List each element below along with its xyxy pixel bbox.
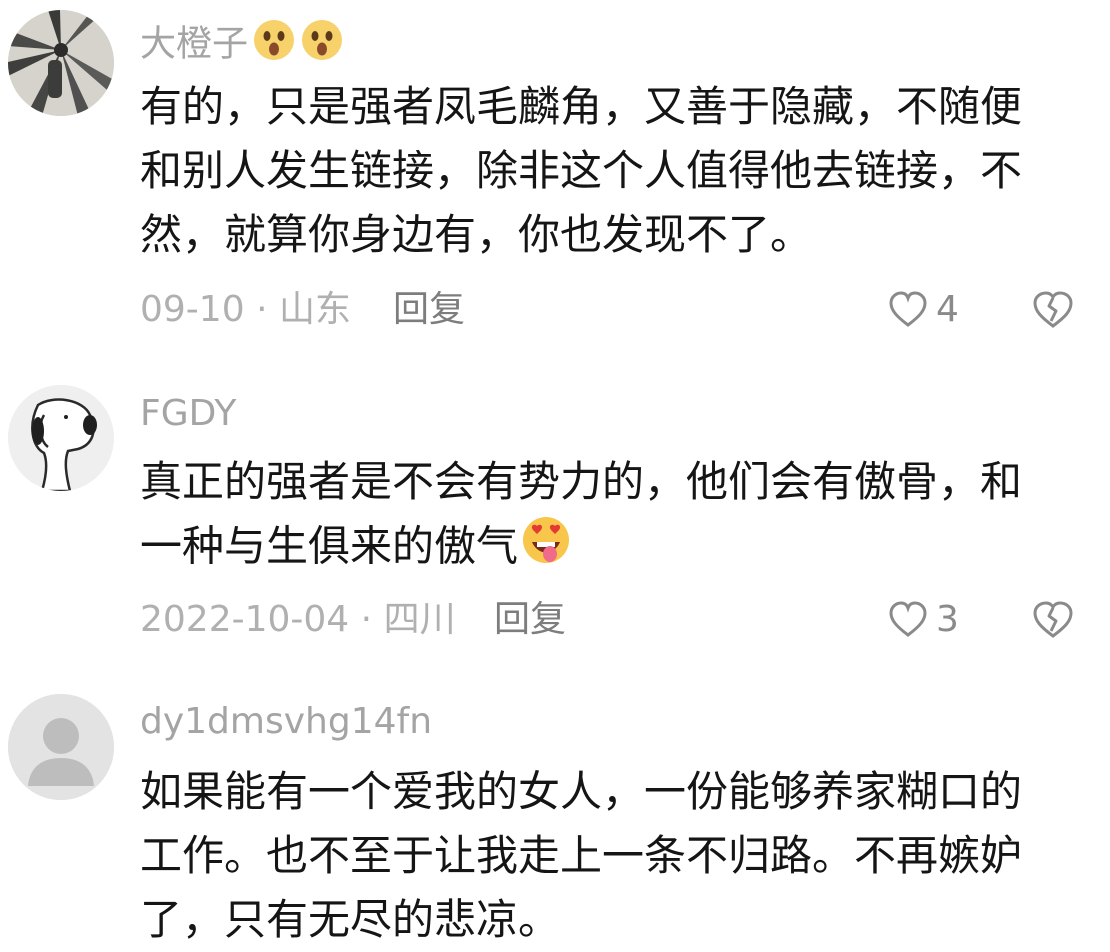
comment-date: 2022-10-04 bbox=[140, 599, 350, 640]
heart-icon[interactable] bbox=[888, 290, 928, 330]
avatar[interactable] bbox=[8, 10, 114, 116]
comment-line: 工作。也不至于让我走上一条不归路。不再嫉妒 bbox=[140, 831, 1023, 880]
reply-button[interactable]: 回复 bbox=[494, 598, 566, 642]
broken-heart-icon[interactable] bbox=[1032, 599, 1074, 641]
comment-line-text: 一种与生俱来的傲气 bbox=[140, 521, 519, 571]
comment-location: 四川 bbox=[383, 599, 456, 640]
reply-button[interactable]: 回复 bbox=[393, 288, 465, 332]
comment-date: 09-10 bbox=[140, 289, 245, 330]
meta-separator: · bbox=[360, 599, 373, 640]
comment-location: 山东 bbox=[278, 289, 351, 330]
avatar-image bbox=[8, 10, 114, 116]
username-text[interactable]: 大橙子 bbox=[140, 24, 248, 65]
comment-meta: 09-10 · 山东 bbox=[140, 288, 351, 332]
avatar[interactable] bbox=[8, 694, 114, 800]
comment-text: 有的，只是强者凤毛麟角，又善于隐藏，不随便 和别人发生链接，除非这个人值得他去链… bbox=[140, 75, 1090, 267]
comment-line: 真正的强者是不会有势力的，他们会有傲骨，和 bbox=[140, 457, 1023, 506]
astonished-face-icon bbox=[252, 18, 296, 73]
comment-line: 一种与生俱来的傲气 bbox=[140, 514, 1090, 578]
comment-line: 了，只有无尽的悲凉。 bbox=[140, 895, 561, 944]
default-avatar-icon bbox=[8, 694, 114, 800]
avatar-image bbox=[8, 385, 114, 491]
username[interactable]: dy1dmsvhg14fn bbox=[140, 700, 432, 744]
avatar[interactable] bbox=[8, 385, 114, 491]
broken-heart-icon[interactable] bbox=[1032, 289, 1074, 331]
username-text[interactable]: dy1dmsvhg14fn bbox=[140, 701, 432, 742]
comment-item: 大橙子 有的，只是强者凤毛麟角，又善于隐藏，不随便 和别人发生链接，除非这个人值… bbox=[0, 0, 1110, 340]
comment-line: 如果能有一个爱我的女人，一份能够养家糊口的 bbox=[140, 767, 1023, 816]
comment-item: dy1dmsvhg14fn 如果能有一个爱我的女人，一份能够养家糊口的 工作。也… bbox=[0, 660, 1110, 948]
comment-meta: 2022-10-04 · 四川 bbox=[140, 598, 456, 642]
meta-separator: · bbox=[256, 289, 268, 330]
like-count: 3 bbox=[936, 599, 959, 640]
comment-item: FGDY 真正的强者是不会有势力的，他们会有傲骨，和 一种与生俱来的傲气 202… bbox=[0, 340, 1110, 660]
astonished-face-icon bbox=[300, 18, 344, 73]
username[interactable]: 大橙子 bbox=[140, 18, 344, 73]
comment-text: 如果能有一个爱我的女人，一份能够养家糊口的 工作。也不至于让我走上一条不归路。不… bbox=[140, 760, 1090, 952]
comment-line: 和别人发生链接，除非这个人值得他去链接，不 bbox=[140, 146, 1023, 195]
comment-text: 真正的强者是不会有势力的，他们会有傲骨，和 一种与生俱来的傲气 bbox=[140, 450, 1090, 578]
like-count: 4 bbox=[936, 289, 959, 330]
comment-line: 然，就算你身边有，你也发现不了。 bbox=[140, 210, 813, 259]
username-text[interactable]: FGDY bbox=[140, 393, 236, 434]
comment-line: 有的，只是强者凤毛麟角，又善于隐藏，不随便 bbox=[140, 82, 1023, 131]
username[interactable]: FGDY bbox=[140, 392, 236, 436]
heart-eyes-tongue-icon bbox=[520, 514, 572, 584]
heart-icon[interactable] bbox=[888, 600, 928, 640]
